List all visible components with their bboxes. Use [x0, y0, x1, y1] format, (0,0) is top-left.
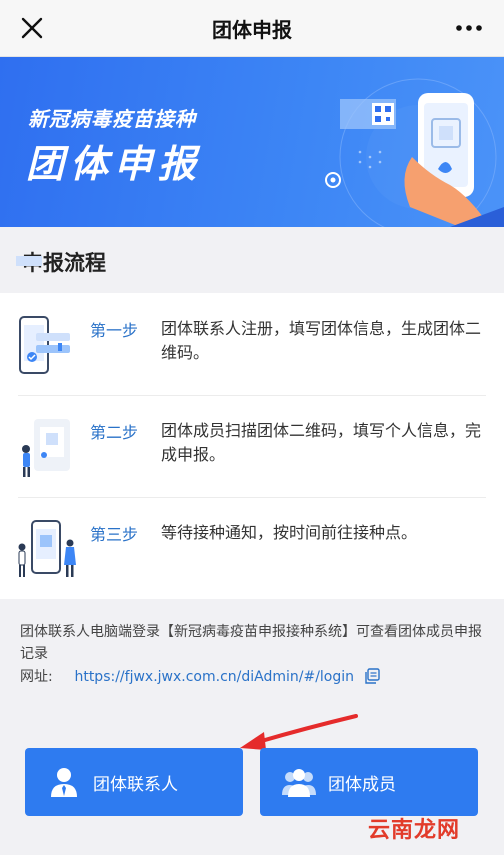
hero-banner: 新冠病毒疫苗接种 团体申报	[0, 57, 504, 227]
steps-list: 第一步 团体联系人注册，填写团体信息，生成团体二维码。 第二步 团体成员扫描团体…	[0, 293, 504, 599]
step-label: 第三步	[90, 525, 139, 544]
page-title: 团体申报	[212, 18, 292, 42]
contact-person-label: 团体联系人	[93, 775, 178, 795]
step-item-1: 第一步 团体联系人注册，填写团体信息，生成团体二维码。	[0, 293, 504, 395]
step-description: 团体联系人注册，填写团体信息，生成团体二维码。	[161, 319, 482, 362]
wait-notice-illustration-icon	[18, 520, 76, 577]
phone-scan-illustration	[325, 78, 504, 227]
register-illustration-icon	[19, 316, 70, 374]
red-arrow-annotation-icon	[240, 714, 358, 750]
url-label: 网址:	[20, 669, 53, 685]
nav-bar: 团体申报	[0, 0, 504, 57]
section-title-accent	[16, 256, 42, 266]
scan-illustration-icon	[22, 419, 70, 477]
contact-person-button[interactable]: 团体联系人	[25, 748, 243, 816]
admin-url-link[interactable]: https://fjwx.jwx.com.cn/diAdmin/#/login	[74, 669, 354, 685]
step-item-3: 第三步 等待接种通知，按时间前往接种点。	[0, 497, 504, 599]
banner-title: 团体申报	[26, 142, 203, 186]
more-icon[interactable]	[452, 14, 486, 42]
step-description: 团体成员扫描团体二维码，填写个人信息，完成申报。	[161, 421, 482, 464]
copy-icon[interactable]	[364, 668, 381, 684]
login-note: 团体联系人电脑端登录【新冠病毒疫苗申报接种系统】可查看团体成员申报记录 网址: …	[0, 599, 504, 691]
group-member-label: 团体成员	[328, 775, 396, 795]
step-item-2: 第二步 团体成员扫描团体二维码，填写个人信息，完成申报。	[0, 395, 504, 497]
url-row: 网址: https://fjwx.jwx.com.cn/diAdmin/#/lo…	[20, 666, 381, 686]
group-member-button[interactable]: 团体成员	[260, 748, 478, 816]
step-description: 等待接种通知，按时间前往接种点。	[161, 523, 418, 542]
watermark-text: 云南龙网	[368, 818, 461, 843]
person-icon	[51, 768, 77, 797]
note-text: 团体联系人电脑端登录【新冠病毒疫苗申报接种系统】可查看团体成员申报记录	[20, 624, 482, 662]
step-label: 第一步	[90, 321, 139, 340]
step-label: 第二步	[90, 423, 139, 442]
banner-subtitle: 新冠病毒疫苗接种	[28, 107, 196, 131]
group-icon	[282, 769, 316, 797]
section-header: 申报流程	[0, 227, 504, 293]
